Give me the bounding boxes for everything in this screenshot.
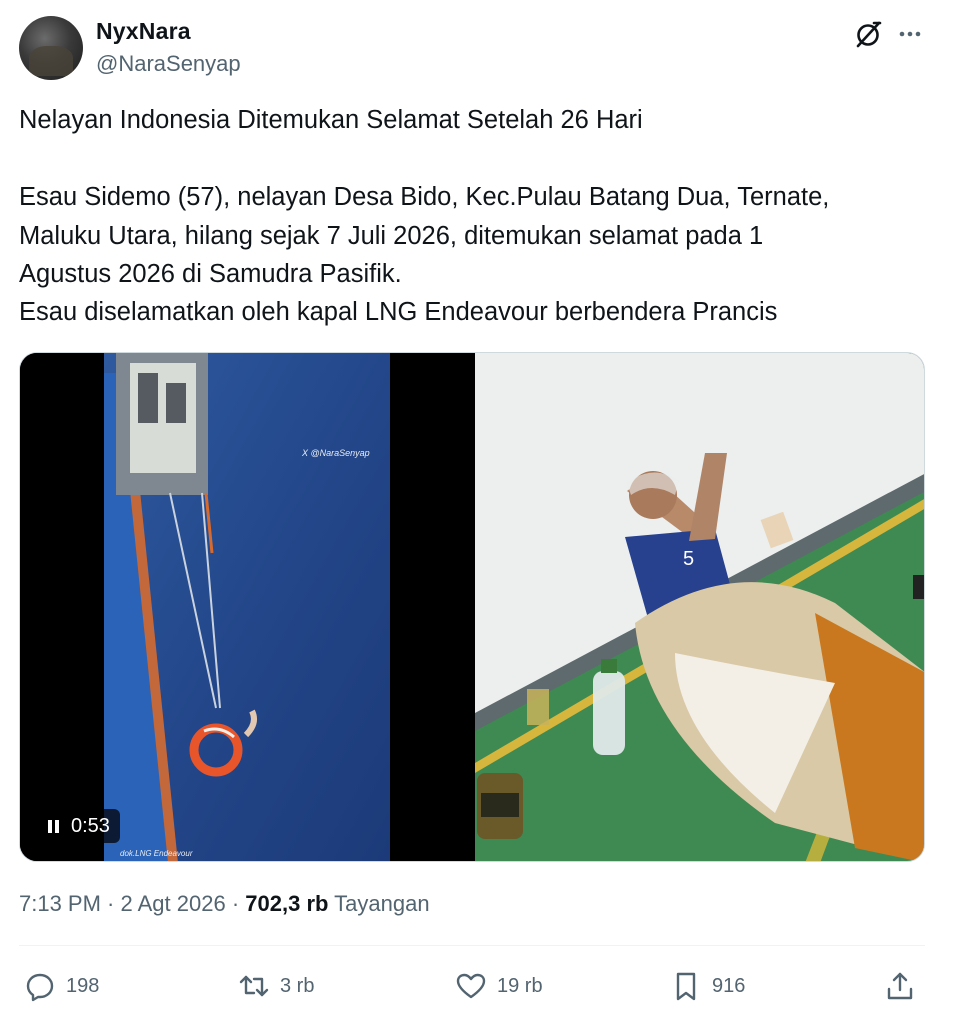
heart-icon [456,973,486,999]
view-count: 702,3 rb [245,891,329,916]
like-count: 19 rb [497,974,543,997]
tweet-date[interactable]: 2 Agt 2026 [121,891,226,916]
reply-count: 198 [66,974,100,997]
rescue-photo[interactable]: 5 [475,353,924,861]
video-watermark: X @NaraSenyap [301,448,370,458]
share-icon [887,972,913,1000]
author-name[interactable]: NyxNara [96,18,191,45]
tweet-text-line: Esau Sidemo (57), nelayan Desa Bido, Kec… [19,183,830,211]
tweet-title-line: Nelayan Indonesia Ditemukan Selamat Sete… [19,106,643,134]
tweet-text-line: Agustus 2026 di Samudra Pasifik. [19,260,402,288]
pause-icon[interactable] [48,819,59,833]
views-label: Tayangan [334,891,430,916]
video-player[interactable]: X @NaraSenyap dok.LNG Endeavour 0:53 [20,353,470,861]
tweet-text-line: Esau diselamatkan oleh kapal LNG Endeavo… [19,298,778,326]
media-grid: X @NaraSenyap dok.LNG Endeavour 0:53 5 [19,352,925,862]
bookmark-icon [676,972,696,1001]
video-frame-image: X @NaraSenyap dok.LNG Endeavour [20,353,470,861]
tweet-time[interactable]: 7:13 PM [19,891,101,916]
repost-count: 3 rb [280,974,315,997]
bookmark-count: 916 [712,974,746,997]
video-duration-badge[interactable]: 0:53 [38,809,120,843]
more-options-icon[interactable] [894,18,926,50]
video-duration: 0:53 [71,814,110,837]
repost-button[interactable]: 3 rb [238,966,314,1006]
tweet-text-line: Maluku Utara, hilang sejak 7 Juli 2026, … [19,222,764,250]
meta-separator: · [100,891,121,916]
reply-button[interactable]: 198 [24,966,99,1006]
repost-icon [239,975,269,997]
like-button[interactable]: 19 rb [455,966,543,1006]
video-credit: dok.LNG Endeavour [120,849,193,858]
avatar[interactable] [19,16,83,80]
bookmark-button[interactable]: 916 [670,966,745,1006]
meta-separator: · [225,891,246,916]
tweet-meta: 7:13 PM · 2 Agt 2026 · 702,3 rb Tayangan [19,891,430,917]
grok-icon[interactable] [852,18,884,50]
share-button[interactable] [884,966,916,1006]
divider [19,945,925,946]
reply-icon [26,973,54,1002]
rescue-photo-image: 5 [475,353,924,861]
shirt-number: 5 [683,548,694,570]
author-handle[interactable]: @NaraSenyap [96,51,241,77]
